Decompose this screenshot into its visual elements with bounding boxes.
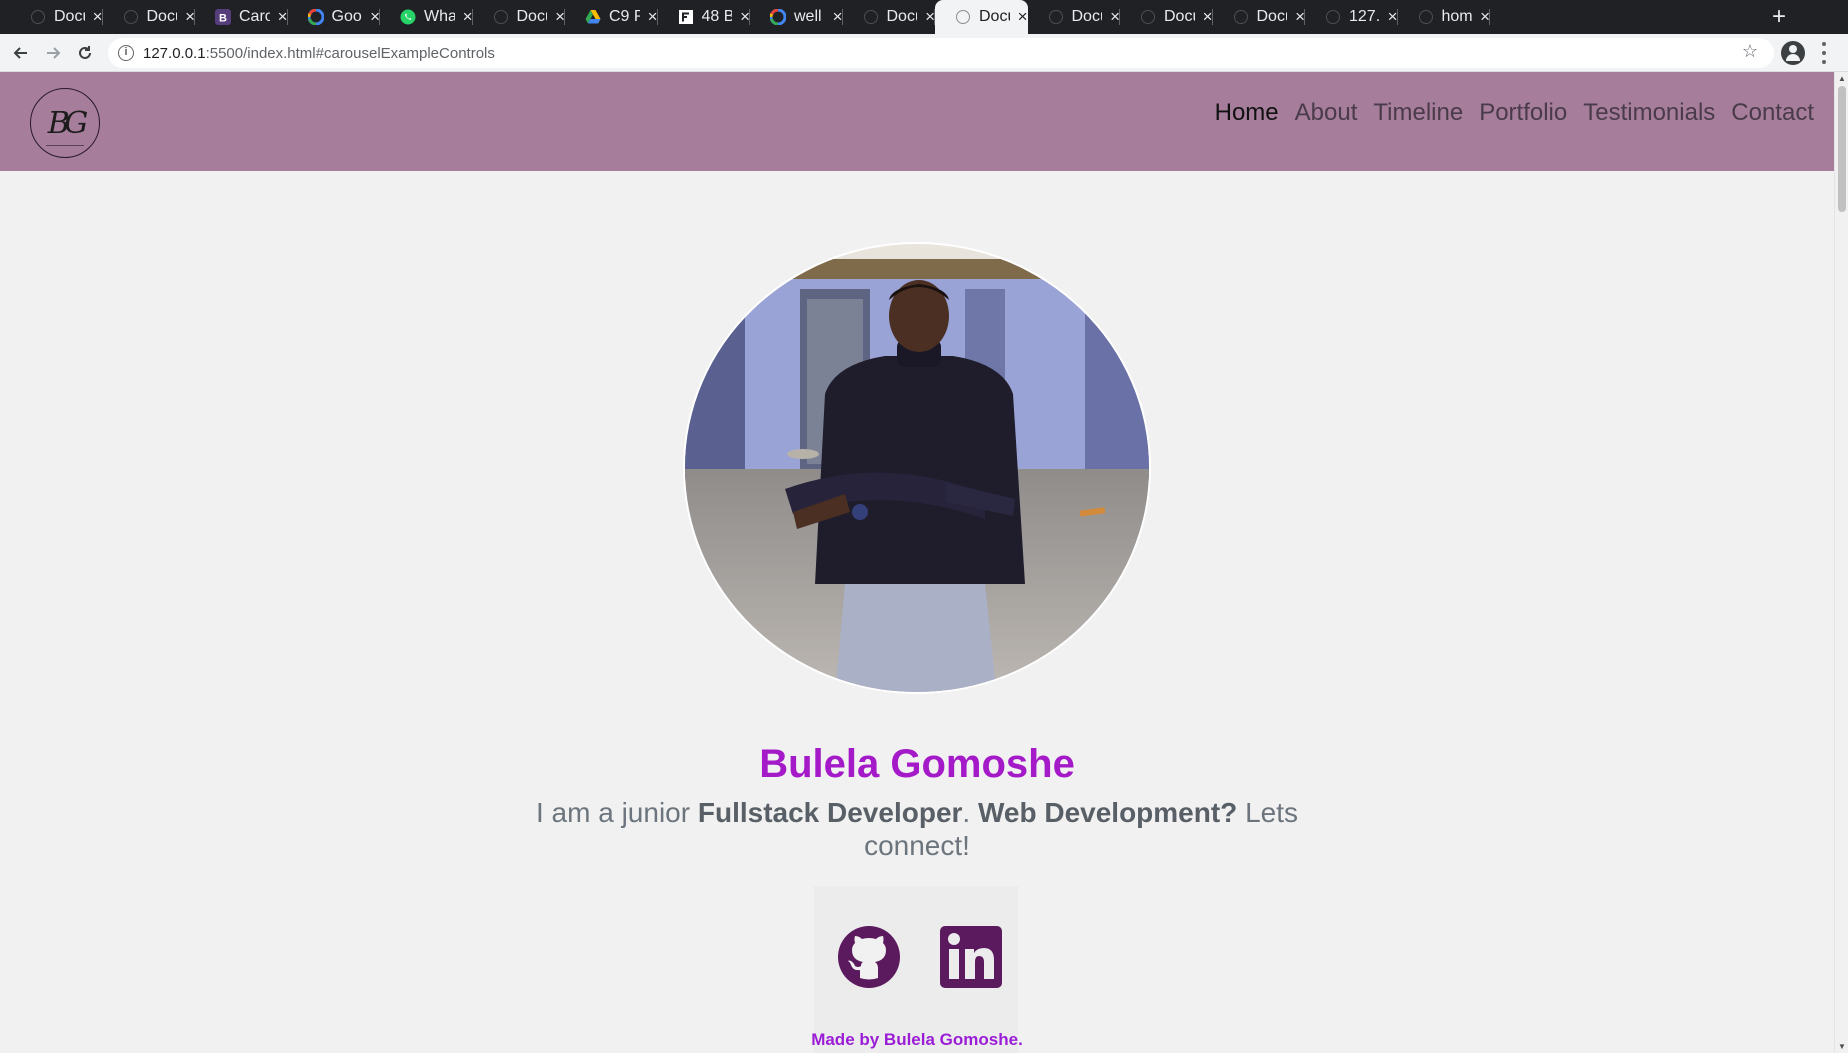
hero-name: Bulela Gomoshe <box>759 742 1075 786</box>
logo-monogram: BG <box>47 105 89 141</box>
svg-text:B: B <box>219 13 227 25</box>
nav-link-home[interactable]: Home <box>1215 99 1279 127</box>
frame-icon <box>678 9 694 25</box>
tab-title: Document <box>1164 8 1195 25</box>
profile-photo <box>683 242 1151 694</box>
tab-title: 48 Bootstrap <box>701 8 733 25</box>
nav-links: Home About Timeline Portfolio Testimonia… <box>1199 99 1814 127</box>
globe-icon <box>863 9 879 25</box>
browser-tab[interactable]: well groomed× <box>750 0 843 34</box>
google-icon <box>307 9 324 25</box>
browser-tab[interactable]: Document× <box>843 0 935 34</box>
globe-icon <box>1140 9 1156 25</box>
github-link[interactable] <box>838 926 900 988</box>
tab-title: Document <box>886 8 918 25</box>
reload-button[interactable] <box>72 40 98 66</box>
nav-link-portfolio[interactable]: Portfolio <box>1479 99 1567 127</box>
browser-tab[interactable]: 48 Bootstrap× <box>658 0 750 34</box>
browser-toolbar: i 127.0.0.1:5500/index.html#carouselExam… <box>0 34 1848 72</box>
tab-title: C9 Portfolio <box>609 8 640 25</box>
back-button[interactable] <box>8 40 34 66</box>
new-tab-button[interactable]: + <box>1766 3 1792 31</box>
tab-title: Document <box>1256 8 1288 25</box>
arrow-left-icon <box>13 47 27 59</box>
linkedin-link[interactable] <box>940 926 1002 988</box>
browser-tab[interactable]: Document × <box>935 0 1028 34</box>
nav-link-about[interactable]: About <box>1295 99 1358 127</box>
arrow-right-icon <box>47 47 61 59</box>
social-links <box>814 886 1018 1053</box>
globe-icon <box>493 9 509 25</box>
browser-tab[interactable]: Google× <box>288 0 380 34</box>
google-icon <box>770 9 786 25</box>
site-navbar: BG Home About Timeline Portfolio Testimo… <box>0 72 1834 171</box>
tab-title: Google <box>331 8 363 25</box>
globe-icon <box>1325 9 1341 25</box>
tab-title: Document <box>146 8 178 25</box>
scrollbar-thumb[interactable] <box>1838 86 1846 212</box>
browser-tab[interactable]: Document× <box>1028 0 1120 34</box>
browser-tab[interactable]: WhatsApp× <box>380 0 473 34</box>
scroll-down-icon[interactable]: ▼ <box>1838 1042 1846 1051</box>
tab-title: Document <box>979 8 1010 25</box>
browser-tab[interactable]: Document× <box>10 0 103 34</box>
whatsapp-icon <box>400 9 416 25</box>
page-viewport: BG Home About Timeline Portfolio Testimo… <box>0 72 1834 1053</box>
tab-title: Carousel <box>239 8 270 25</box>
forward-button[interactable] <box>40 40 66 66</box>
site-info-icon[interactable]: i <box>118 45 134 61</box>
tab-title: Document <box>1071 8 1103 25</box>
browser-menu-icon[interactable] <box>1820 42 1828 64</box>
bootstrap-icon: B <box>215 9 231 25</box>
hero-tagline: I am a junior Fullstack Developer. Web D… <box>536 797 1298 861</box>
tab-title: WhatsApp <box>424 8 455 25</box>
globe-icon <box>123 9 139 25</box>
globe-icon <box>955 9 971 25</box>
browser-tab[interactable]: home× <box>1398 0 1490 34</box>
linkedin-icon <box>940 926 1002 988</box>
github-icon <box>838 926 900 988</box>
page-scrollbar[interactable]: ▲ ▼ <box>1834 72 1848 1053</box>
tab-title: Document <box>516 8 548 25</box>
tab-title: Document <box>54 8 85 25</box>
nav-link-contact[interactable]: Contact <box>1731 99 1814 127</box>
browser-tab[interactable]: Document× <box>1213 0 1305 34</box>
close-tab-icon[interactable]: × <box>1018 7 1028 27</box>
tab-title: 127.0.0.1 <box>1349 8 1380 25</box>
url-text[interactable]: 127.0.0.1:5500/index.html#carouselExampl… <box>143 45 495 62</box>
profile-avatar-icon[interactable] <box>1781 41 1805 65</box>
address-bar[interactable]: i 127.0.0.1:5500/index.html#carouselExam… <box>108 38 1774 68</box>
browser-tab[interactable]: Document× <box>103 0 195 34</box>
browser-tab[interactable]: Document× <box>1120 0 1213 34</box>
globe-icon <box>1418 9 1434 25</box>
tab-strip: Document×Document×BCarousel×Google×Whats… <box>0 0 1848 34</box>
nav-link-timeline[interactable]: Timeline <box>1373 99 1463 127</box>
globe-icon <box>1233 9 1249 25</box>
bookmark-star-icon[interactable]: ☆ <box>1742 41 1758 62</box>
browser-tab[interactable]: Document× <box>473 0 565 34</box>
drive-icon <box>585 9 601 25</box>
footer-credit: Made by Bulela Gomoshe. <box>811 1030 1023 1049</box>
scroll-up-icon[interactable]: ▲ <box>1838 74 1846 83</box>
browser-tab[interactable]: C9 Portfolio× <box>565 0 658 34</box>
browser-tab[interactable]: 127.0.0.1× <box>1305 0 1398 34</box>
globe-icon <box>1048 9 1064 25</box>
tab-title: home <box>1441 8 1473 25</box>
reload-icon <box>79 46 91 59</box>
profile-photo-image <box>685 244 1149 692</box>
tab-title: well groomed <box>794 8 825 25</box>
browser-tab[interactable]: BCarousel× <box>195 0 288 34</box>
site-logo[interactable]: BG <box>30 88 100 158</box>
nav-link-testimonials[interactable]: Testimonials <box>1583 99 1715 127</box>
globe-icon <box>30 9 46 25</box>
